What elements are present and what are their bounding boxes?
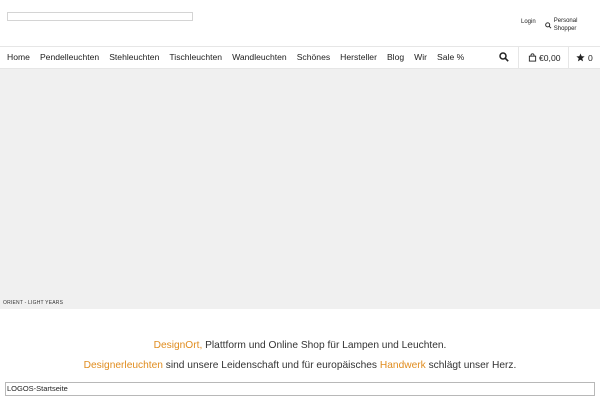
cart-total: €0,00 [539, 52, 561, 63]
hero-caption: ORIENT - LIGHT YEARS [3, 300, 64, 306]
nav-item-schoenes[interactable]: Schönes [297, 47, 330, 68]
nav-item-stehleuchten[interactable]: Stehleuchten [109, 47, 159, 68]
logos-image-alt: LOGOS-Startseite [7, 384, 68, 393]
intro-text: Plattform und Online Shop für Lampen und… [202, 340, 447, 351]
login-link[interactable]: Login [521, 18, 536, 26]
nav-item-pendelleuchten[interactable]: Pendelleuchten [40, 47, 99, 68]
intro-text: schlägt unser Herz. [425, 360, 517, 371]
wishlist-button[interactable]: 0 [576, 47, 593, 68]
search-icon [545, 21, 552, 29]
brand-link[interactable]: DesignOrt, [154, 340, 203, 351]
designerleuchten-link[interactable]: Designerleuchten [84, 360, 163, 371]
intro-text: sind unsere Leidenschaft und für europäi… [162, 360, 380, 371]
handwerk-link[interactable]: Handwerk [380, 360, 426, 371]
nav-item-wir[interactable]: Wir [414, 47, 427, 68]
cart-button[interactable]: €0,00 [528, 47, 561, 68]
shopping-bag-icon [528, 53, 537, 62]
nav-item-home[interactable]: Home [7, 47, 30, 68]
star-icon [576, 53, 585, 62]
personal-shopper-link[interactable]: Personal Shopper [545, 17, 600, 33]
nav-divider [568, 47, 569, 68]
page: Login Personal Shopper Home Pendelleucht… [0, 0, 600, 400]
personal-shopper-label: Personal Shopper [553, 18, 578, 32]
wishlist-count: 0 [588, 52, 593, 63]
intro-text-line-1: DesignOrt, Plattform und Online Shop für… [0, 340, 600, 352]
nav-item-blog[interactable]: Blog [387, 47, 404, 68]
nav-item-hersteller[interactable]: Hersteller [340, 47, 377, 68]
search-icon[interactable] [499, 52, 509, 62]
logos-image: LOGOS-Startseite [5, 382, 595, 396]
main-nav: Home Pendelleuchten Stehleuchten Tischle… [0, 46, 600, 69]
search-input[interactable] [7, 12, 193, 21]
nav-divider [518, 47, 519, 68]
top-bar: Login Personal Shopper [0, 0, 600, 46]
nav-item-sale[interactable]: Sale % [437, 47, 464, 68]
nav-menu: Home Pendelleuchten Stehleuchten Tischle… [7, 47, 474, 68]
intro-text-line-2: Designerleuchten sind unsere Leidenschaf… [0, 360, 600, 372]
nav-item-tischleuchten[interactable]: Tischleuchten [169, 47, 222, 68]
nav-item-wandleuchten[interactable]: Wandleuchten [232, 47, 287, 68]
hero-banner[interactable]: ORIENT - LIGHT YEARS [0, 69, 600, 309]
